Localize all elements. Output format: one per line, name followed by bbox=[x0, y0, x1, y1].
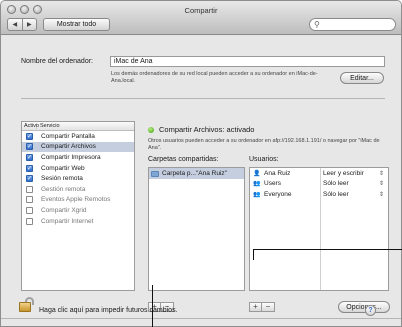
service-row[interactable]: Compartir Xgrid bbox=[22, 205, 134, 216]
user-row[interactable]: 👥 Everyone Sólo leer ⇕ bbox=[250, 189, 388, 200]
column-active: Activo bbox=[24, 123, 39, 129]
permission-popup[interactable]: Sólo leer bbox=[323, 180, 349, 187]
divider bbox=[21, 98, 385, 99]
options-button[interactable]: Opciones... bbox=[338, 301, 390, 313]
computer-name-input[interactable]: iMac de Ana bbox=[110, 56, 385, 67]
search-field[interactable]: ⚲ bbox=[309, 18, 396, 31]
status-description: Otros usuarios pueden acceder a su orden… bbox=[148, 138, 380, 151]
add-user-button[interactable]: + bbox=[250, 303, 262, 311]
permission-popup[interactable]: Sólo leer bbox=[323, 191, 349, 198]
service-label: Gestión remota bbox=[41, 185, 86, 193]
nav-back-forward: ◀ ▶ bbox=[7, 18, 37, 31]
service-row[interactable]: Eventos Apple Remotos bbox=[22, 195, 134, 206]
service-list: Activo Servicio ✓ Compartir Pantalla ✓ Comp… bbox=[21, 121, 135, 291]
show-all-button[interactable]: Mostrar todo bbox=[43, 18, 110, 31]
users-label: Usuarios: bbox=[249, 156, 279, 163]
shared-folders-list: Carpeta p..."Ana Ruiz" bbox=[148, 167, 245, 291]
title-bar: Compartir ◀ ▶ Mostrar todo ⚲ bbox=[1, 1, 401, 35]
list-item[interactable]: Carpeta p..."Ana Ruiz" bbox=[149, 168, 244, 179]
callout-line bbox=[152, 285, 153, 327]
computer-name-label: Nombre del ordenador: bbox=[21, 58, 93, 65]
back-arrow-icon[interactable]: ◀ bbox=[8, 19, 23, 30]
service-label: Sesión remota bbox=[41, 175, 83, 183]
service-checkbox[interactable] bbox=[26, 217, 33, 225]
edit-button[interactable]: Editar... bbox=[340, 72, 384, 84]
service-checkbox[interactable] bbox=[26, 196, 33, 204]
lock-message: Haga clic aquí para impedir futuros camb… bbox=[39, 307, 178, 314]
service-row[interactable]: ✓ Compartir Impresora bbox=[22, 152, 134, 163]
service-checkbox[interactable]: ✓ bbox=[26, 143, 33, 151]
user-name: Ana Ruiz bbox=[264, 169, 291, 177]
popup-arrows-icon: ⇕ bbox=[379, 181, 385, 188]
service-checkbox[interactable]: ✓ bbox=[26, 164, 33, 172]
window-title: Compartir bbox=[184, 6, 218, 15]
user-row[interactable]: 👤 Ana Ruiz Leer y escribir ⇕ bbox=[250, 168, 388, 179]
folder-name: Carpeta p..."Ana Ruiz" bbox=[162, 170, 227, 177]
computer-name-help: Los demás ordenadores de su red local pu… bbox=[111, 71, 318, 84]
shared-folders-label: Carpetas compartidas: bbox=[148, 156, 219, 163]
search-icon: ⚲ bbox=[314, 20, 320, 29]
user-row[interactable]: 👥 Users Sólo leer ⇕ bbox=[250, 179, 388, 190]
sharing-window: Compartir ◀ ▶ Mostrar todo ⚲ Nombre del … bbox=[0, 0, 402, 327]
forward-arrow-icon[interactable]: ▶ bbox=[23, 19, 37, 30]
service-label: Eventos Apple Remotos bbox=[41, 196, 111, 204]
service-label: Compartir Pantalla bbox=[41, 132, 95, 140]
service-row[interactable]: ✓ Compartir Web bbox=[22, 163, 134, 174]
service-row[interactable]: ✓ Compartir Archivos bbox=[22, 141, 134, 153]
service-checkbox[interactable] bbox=[26, 206, 33, 214]
permission-popup[interactable]: Leer y escribir bbox=[323, 170, 364, 177]
sharing-pane: Nombre del ordenador: iMac de Ana Los de… bbox=[1, 36, 401, 326]
status-light-icon bbox=[148, 126, 154, 133]
help-button[interactable]: ? bbox=[365, 305, 376, 316]
service-row[interactable]: Compartir Internet bbox=[22, 216, 134, 227]
divider bbox=[1, 318, 401, 319]
user-name: Everyone bbox=[264, 190, 292, 198]
group-icon: 👥 bbox=[253, 191, 261, 198]
status-text: Compartir Archivos: activado bbox=[159, 125, 255, 134]
lock-body bbox=[19, 302, 31, 312]
service-label: Compartir Archivos bbox=[41, 143, 96, 151]
service-row[interactable]: ✓ Sesión remota bbox=[22, 173, 134, 184]
service-list-header: Activo Servicio bbox=[22, 122, 134, 131]
remove-user-button[interactable]: − bbox=[262, 303, 274, 311]
users-list: 👤 Ana Ruiz Leer y escribir ⇕ 👥 Users Sólo leer… bbox=[249, 167, 389, 291]
user-name: Users bbox=[264, 180, 281, 188]
service-checkbox[interactable] bbox=[26, 185, 33, 193]
service-label: Compartir Internet bbox=[41, 217, 94, 225]
group-icon: 👥 bbox=[253, 181, 261, 188]
column-service: Servicio bbox=[40, 123, 60, 129]
service-checkbox[interactable]: ✓ bbox=[26, 132, 33, 140]
callout-line bbox=[253, 249, 254, 260]
callout-line bbox=[253, 249, 402, 250]
service-checkbox[interactable]: ✓ bbox=[26, 153, 33, 161]
service-label: Compartir Impresora bbox=[41, 153, 101, 161]
folder-icon bbox=[151, 170, 159, 177]
popup-arrows-icon: ⇕ bbox=[379, 191, 385, 198]
service-row[interactable]: Gestión remota bbox=[22, 184, 134, 195]
service-status: Compartir Archivos: activado bbox=[148, 125, 254, 134]
user-add-remove: + − bbox=[249, 302, 275, 312]
popup-arrows-icon: ⇕ bbox=[379, 170, 385, 177]
service-row[interactable]: ✓ Compartir Pantalla bbox=[22, 131, 134, 142]
service-label: Compartir Web bbox=[41, 164, 85, 172]
single-user-icon: 👤 bbox=[253, 170, 261, 177]
service-label: Compartir Xgrid bbox=[41, 206, 87, 214]
service-checkbox[interactable]: ✓ bbox=[26, 175, 33, 183]
